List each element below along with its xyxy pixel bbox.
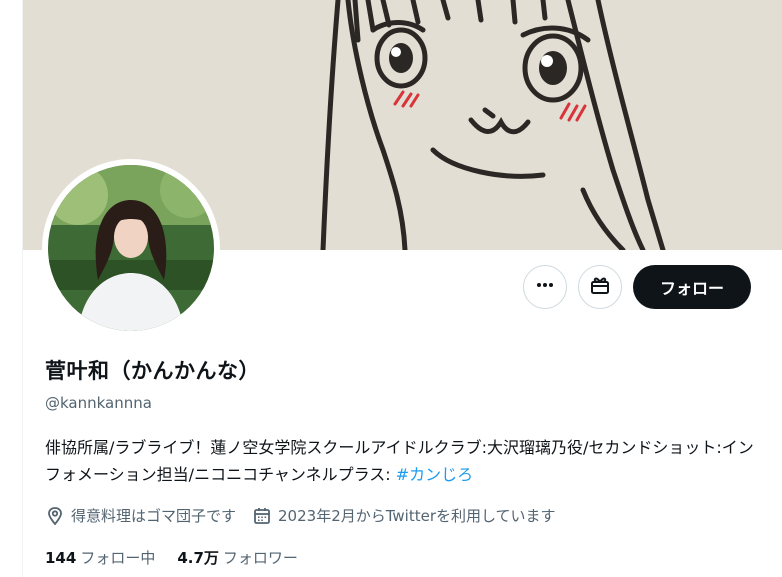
location-pin-icon — [45, 506, 65, 526]
avatar[interactable] — [48, 165, 214, 331]
profile-stats: 144 フォロー中 4.7万 フォロワー — [45, 547, 320, 568]
handle: @kannkannna — [45, 394, 152, 412]
bio-hashtag-link[interactable]: #カンじろ — [396, 465, 473, 484]
following-label: フォロー中 — [80, 549, 156, 567]
bio: 俳協所属/ラブライブ！蓮ノ空女学院スクールアイドルクラブ:大沢瑠璃乃役/セカンド… — [45, 434, 765, 488]
avatar-photo — [48, 165, 214, 331]
gift-button[interactable] — [578, 265, 622, 309]
followers-label: フォロワー — [222, 549, 298, 567]
followers-link[interactable]: 4.7万 フォロワー — [177, 547, 298, 568]
left-gutter — [0, 0, 23, 577]
location-text: 得意料理はゴマ団子です — [71, 507, 237, 525]
calendar-icon — [252, 506, 272, 526]
display-name: 菅叶和（かんかんな） — [45, 359, 260, 383]
followers-count: 4.7万 — [177, 549, 219, 567]
following-count: 144 — [45, 549, 77, 567]
following-link[interactable]: 144 フォロー中 — [45, 547, 155, 568]
gift-icon — [589, 274, 611, 300]
follow-button[interactable]: フォロー — [633, 265, 751, 309]
more-icon — [535, 275, 555, 299]
joined-item: 2023年2月からTwitterを利用しています — [252, 505, 556, 526]
location-item: 得意料理はゴマ団子です — [45, 505, 236, 526]
profile-meta: 得意料理はゴマ団子です 2023年2月からTwitterを利用しています — [45, 505, 572, 526]
joined-text: 2023年2月からTwitterを利用しています — [278, 507, 556, 525]
more-button[interactable] — [523, 265, 567, 309]
